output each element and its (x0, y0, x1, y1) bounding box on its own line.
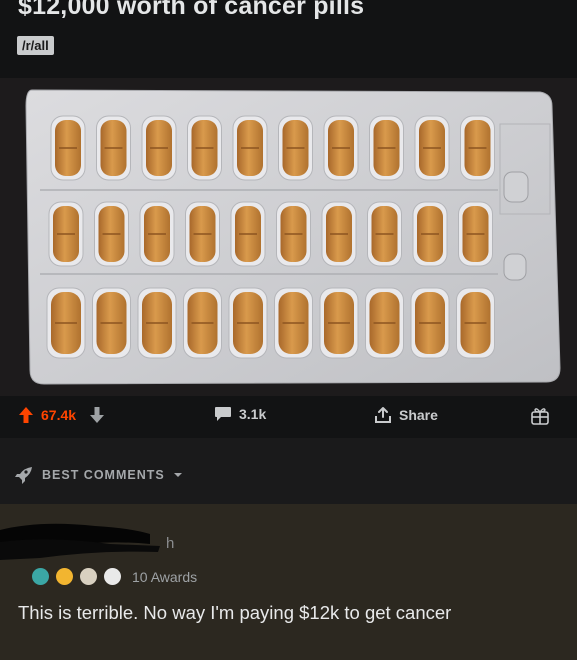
upvote-count: 67.4k (41, 407, 77, 423)
share-label: Share (399, 407, 438, 423)
chevron-down-icon (173, 473, 182, 477)
comment-text: This is terrible. No way I'm paying $12k… (18, 602, 452, 623)
redacted-username: h (0, 523, 174, 560)
post-image[interactable] (0, 78, 577, 396)
comments-button[interactable]: 3.1k (214, 406, 266, 422)
comment-awards[interactable]: 10 Awards (32, 568, 197, 585)
comment-icon (215, 407, 231, 421)
award-button[interactable] (530, 406, 550, 426)
post-header: $12,000 worth of cancer pills /r/all (0, 0, 577, 78)
post-title[interactable]: $12,000 worth of cancer pills (18, 0, 364, 21)
award-icon-gold (56, 568, 73, 585)
sort-label: BEST COMMENTS (42, 468, 165, 482)
share-icon (375, 407, 391, 423)
gift-icon (531, 408, 549, 425)
comment-sort-bar: BEST COMMENTS (0, 438, 577, 504)
award-icon-silver (32, 568, 49, 585)
upvote-icon[interactable] (18, 406, 34, 424)
rocket-icon (15, 467, 32, 484)
downvote-icon[interactable] (89, 406, 105, 424)
subreddit-flair[interactable]: /r/all (17, 36, 54, 55)
blister-pack-image (0, 78, 577, 396)
top-comment: h 10 Awards This is terrible. No way I'm… (0, 504, 577, 660)
post-action-bar: 67.4k 3.1k Share (0, 396, 577, 438)
sort-dropdown[interactable]: BEST COMMENTS (14, 466, 183, 484)
award-icon-skull (80, 568, 97, 585)
awards-count: 10 Awards (132, 568, 198, 585)
award-icon-helpful (104, 568, 121, 585)
comment-count: 3.1k (239, 406, 267, 422)
author-fragment: h (166, 535, 174, 552)
vote-group: 67.4k (18, 406, 105, 424)
share-button[interactable]: Share (374, 406, 438, 424)
